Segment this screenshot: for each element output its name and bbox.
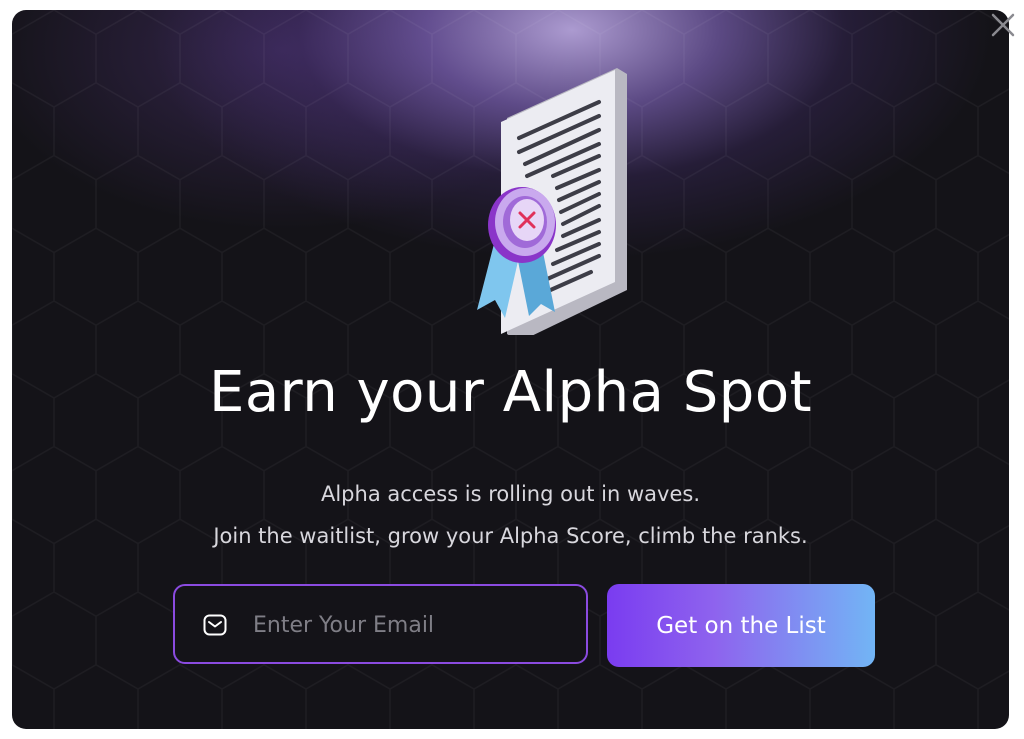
page-title: Earn your Alpha Spot [208,360,813,425]
mail-icon [203,614,227,636]
subtitle-line-2: Join the waitlist, grow your Alpha Score… [213,524,808,548]
email-input[interactable] [251,604,575,646]
close-icon[interactable] [988,10,1018,40]
waitlist-modal: Earn your Alpha Spot Alpha access is rol… [12,10,1009,729]
email-field[interactable] [173,584,588,664]
certificate-illustration [477,68,627,335]
get-on-list-button[interactable]: Get on the List [607,584,875,667]
subtitle-line-1: Alpha access is rolling out in waves. [320,482,700,506]
